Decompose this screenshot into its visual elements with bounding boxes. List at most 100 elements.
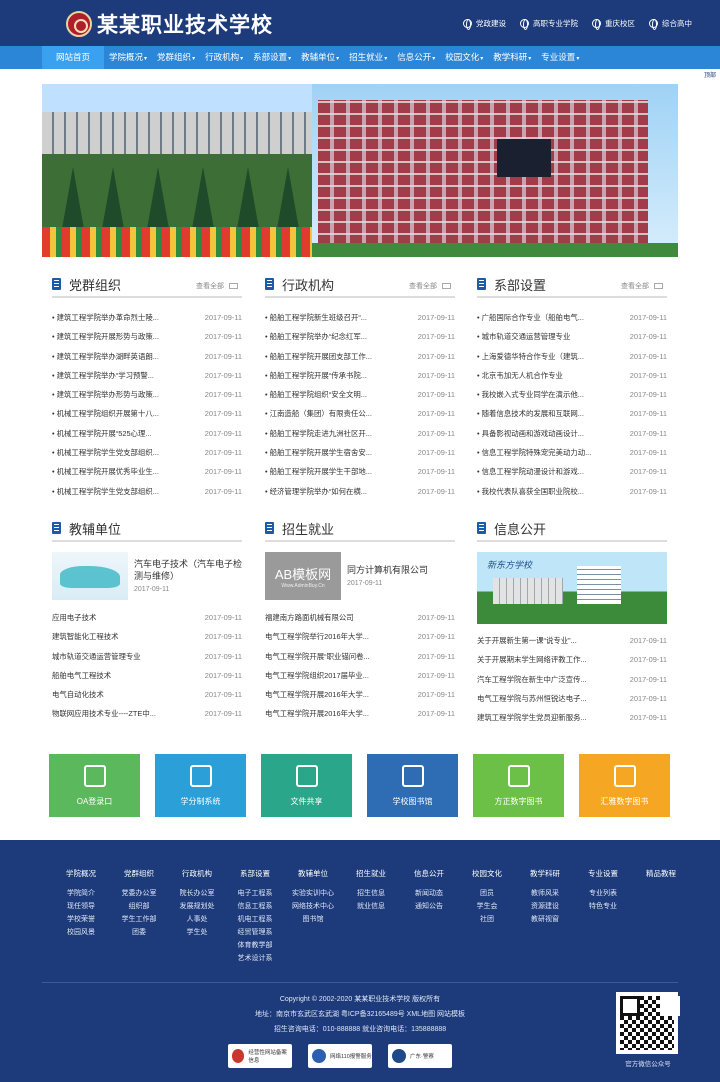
list-item[interactable]: • 船舶工程学院组织“安全文明... 2017-09-11: [265, 385, 455, 404]
list-item[interactable]: • 建筑工程学院开展形势与政策... 2017-09-11: [52, 327, 242, 346]
footer-link[interactable]: 特色专业: [574, 900, 632, 913]
footer-link[interactable]: 学生工作部: [110, 913, 168, 926]
list-item[interactable]: • 上海爱德华特合作专业（建筑... 2017-09-11: [477, 347, 667, 366]
footer-link[interactable]: 学生处: [168, 926, 226, 939]
list-item[interactable]: • 建筑工程学院举办“学习预警... 2017-09-11: [52, 366, 242, 385]
list-item[interactable]: • 城市轨道交通运营管理专业 2017-09-11: [477, 327, 667, 346]
list-item[interactable]: • 船舶工程学院开展“传承书院... 2017-09-11: [265, 366, 455, 385]
featured-item[interactable]: 汽车电子技术（汽车电子检测与维修） 2017-09-11: [52, 552, 242, 600]
footer-link[interactable]: 现任领导: [52, 900, 110, 913]
list-item[interactable]: 船舶电气工程技术 2017-09-11: [52, 666, 242, 685]
list-item[interactable]: • 机械工程学院组织开展第十八... 2017-09-11: [52, 404, 242, 423]
nav-item[interactable]: 行政机构▾: [200, 46, 248, 69]
list-item[interactable]: 电气工程学院与苏州恒锐达电子... 2017-09-11: [477, 689, 667, 708]
list-item[interactable]: • 建筑工程学院举办形势与政策... 2017-09-11: [52, 385, 242, 404]
nav-item[interactable]: 党群组织▾: [152, 46, 200, 69]
list-item[interactable]: 城市轨道交通运营管理专业 2017-09-11: [52, 647, 242, 666]
footer-link[interactable]: 教师风采: [516, 887, 574, 900]
nav-item[interactable]: 招生就业▾: [344, 46, 392, 69]
list-item[interactable]: • 北京韦加无人机合作专业 2017-09-11: [477, 366, 667, 385]
quick-link[interactable]: 高职专业学院: [520, 18, 578, 30]
list-item[interactable]: 汽车工程学院在新生中广泛宣传... 2017-09-11: [477, 670, 667, 689]
tile-library[interactable]: 学校图书馆: [367, 754, 458, 817]
list-item[interactable]: • 江南造船（集团）有限责任公... 2017-09-11: [265, 404, 455, 423]
view-all-link[interactable]: 查看全部: [196, 281, 238, 291]
list-item[interactable]: • 随着信息技术的发展和互联网... 2017-09-11: [477, 404, 667, 423]
list-item[interactable]: • 船舶工程学院新生班级召开“... 2017-09-11: [265, 308, 455, 327]
list-item[interactable]: • 建筑工程学院举办湖畔英语朗... 2017-09-11: [52, 347, 242, 366]
list-item[interactable]: 电气工程学院开展2016年大学... 2017-09-11: [265, 704, 455, 723]
footer-link[interactable]: 艺术设计系: [226, 952, 284, 965]
footer-link[interactable]: 电子工程系: [226, 887, 284, 900]
footer-column-heading[interactable]: 精品教程: [632, 868, 690, 879]
view-all-link[interactable]: 查看全部: [621, 281, 663, 291]
quick-link[interactable]: 重庆校区: [592, 18, 635, 30]
list-item[interactable]: • 机械工程学院学生党支部组织... 2017-09-11: [52, 482, 242, 501]
nav-item[interactable]: 教辅单位▾: [296, 46, 344, 69]
quick-link[interactable]: 综合高中: [649, 18, 692, 30]
list-item[interactable]: • 建筑工程学院举办革命烈士陵... 2017-09-11: [52, 308, 242, 327]
footer-column-heading[interactable]: 信息公开: [400, 868, 458, 879]
footer-link[interactable]: 院长办公室: [168, 887, 226, 900]
footer-link[interactable]: 通知公告: [400, 900, 458, 913]
nav-item[interactable]: 专业设置▾: [536, 46, 584, 69]
list-item[interactable]: 建筑智能化工程技术 2017-09-11: [52, 627, 242, 646]
campus-banner[interactable]: [42, 84, 678, 257]
list-item[interactable]: 应用电子技术 2017-09-11: [52, 608, 242, 627]
list-item[interactable]: • 机械工程学院开展“525心理... 2017-09-11: [52, 424, 242, 443]
badge-site-record[interactable]: 经营性网站备案信息: [228, 1044, 292, 1068]
footer-column-heading[interactable]: 校园文化: [458, 868, 516, 879]
tile-huiya-books[interactable]: 汇雅数字图书: [579, 754, 670, 817]
tile-credit-system[interactable]: 学分制系统: [155, 754, 246, 817]
list-item[interactable]: • 具备影视动画和游戏动画设计... 2017-09-11: [477, 424, 667, 443]
footer-link[interactable]: 人事处: [168, 913, 226, 926]
footer-link[interactable]: 团委: [110, 926, 168, 939]
nav-item[interactable]: 系部设置▾: [248, 46, 296, 69]
footer-link[interactable]: 机电工程系: [226, 913, 284, 926]
footer-column-heading[interactable]: 党群组织: [110, 868, 168, 879]
list-item[interactable]: 建筑工程学院学生党员迎新服务... 2017-09-11: [477, 708, 667, 727]
tile-founder-books[interactable]: 方正数字图书: [473, 754, 564, 817]
footer-link[interactable]: 专业列表: [574, 887, 632, 900]
quick-link[interactable]: 党政建设: [463, 18, 506, 30]
footer-column-heading[interactable]: 行政机构: [168, 868, 226, 879]
list-item[interactable]: • 广船国际合作专业（船舶电气... 2017-09-11: [477, 308, 667, 327]
footer-link[interactable]: 发展规划处: [168, 900, 226, 913]
footer-column-heading[interactable]: 招生就业: [342, 868, 400, 879]
footer-link[interactable]: 实验实训中心: [284, 887, 342, 900]
featured-item[interactable]: AB模板网 Www.AdminBuy.Cn 同方计算机有限公司 2017-09-1…: [265, 552, 455, 600]
list-item[interactable]: 电气工程学院开展“职业锚问卷... 2017-09-11: [265, 647, 455, 666]
list-item[interactable]: 关于开展新生第一课“说专业”... 2017-09-11: [477, 631, 667, 650]
nav-item[interactable]: 教学科研▾: [488, 46, 536, 69]
list-item[interactable]: 电气自动化技术 2017-09-11: [52, 685, 242, 704]
footer-link[interactable]: 学校荣誉: [52, 913, 110, 926]
footer-link[interactable]: 团员: [458, 887, 516, 900]
nav-item[interactable]: 信息公开▾: [392, 46, 440, 69]
view-all-link[interactable]: 查看全部: [409, 281, 451, 291]
footer-link[interactable]: 招生信息: [342, 887, 400, 900]
footer-link[interactable]: 学院简介: [52, 887, 110, 900]
footer-link[interactable]: 新闻动态: [400, 887, 458, 900]
list-item[interactable]: 电气工程学院开展2016年大学... 2017-09-11: [265, 685, 455, 704]
list-item[interactable]: • 船舶工程学院走进九洲社区开... 2017-09-11: [265, 424, 455, 443]
footer-link[interactable]: 组织部: [110, 900, 168, 913]
badge-police[interactable]: 广东·警察: [388, 1044, 452, 1068]
footer-column-heading[interactable]: 教辅单位: [284, 868, 342, 879]
footer-column-heading[interactable]: 专业设置: [574, 868, 632, 879]
footer-link[interactable]: 图书馆: [284, 913, 342, 926]
list-item[interactable]: • 我校代表队喜获全国职业院校... 2017-09-11: [477, 482, 667, 501]
school-building-image[interactable]: 新东方学校: [477, 552, 667, 624]
list-item[interactable]: • 信息工程学院动漫设计和游戏... 2017-09-11: [477, 462, 667, 481]
footer-link[interactable]: 资源建设: [516, 900, 574, 913]
footer-link[interactable]: 学生会: [458, 900, 516, 913]
footer-column-heading[interactable]: 教学科研: [516, 868, 574, 879]
list-item[interactable]: • 船舶工程学院举办“纪念红军... 2017-09-11: [265, 327, 455, 346]
footer-link[interactable]: 经贸管理系: [226, 926, 284, 939]
list-item[interactable]: • 船舶工程学院开展学生宿舍安... 2017-09-11: [265, 443, 455, 462]
footer-link[interactable]: 网络技术中心: [284, 900, 342, 913]
footer-link[interactable]: 体育教学部: [226, 939, 284, 952]
footer-link[interactable]: 信息工程系: [226, 900, 284, 913]
list-item[interactable]: 福建南方路面机械有限公司 2017-09-11: [265, 608, 455, 627]
list-item[interactable]: • 船舶工程学院开展团支部工作... 2017-09-11: [265, 347, 455, 366]
tile-oa-login[interactable]: OA登录口: [49, 754, 140, 817]
